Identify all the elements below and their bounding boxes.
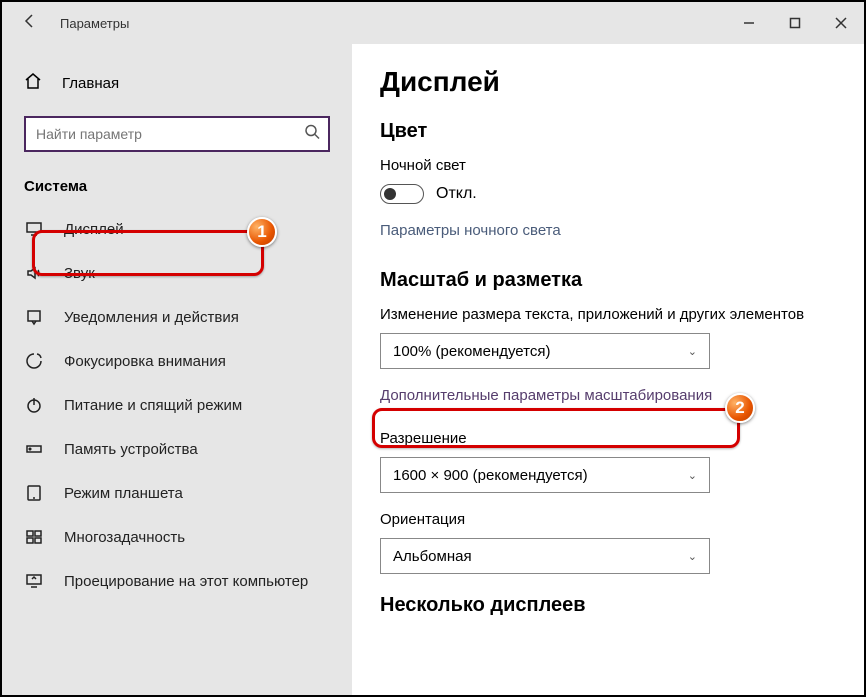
resolution-label: Разрешение bbox=[380, 430, 838, 447]
night-light-toggle[interactable] bbox=[380, 184, 424, 204]
home-icon bbox=[24, 72, 42, 94]
window-title: Параметры bbox=[60, 16, 129, 31]
sidebar-item-display[interactable]: Дисплей bbox=[2, 207, 352, 251]
sidebar-item-label: Фокусировка внимания bbox=[64, 353, 226, 370]
project-icon bbox=[24, 572, 44, 590]
chevron-down-icon: ⌄ bbox=[688, 469, 697, 482]
section-multi-display: Несколько дисплеев bbox=[380, 594, 838, 617]
sidebar-item-label: Режим планшета bbox=[64, 485, 183, 502]
sidebar-section-title: Система bbox=[2, 178, 352, 207]
display-icon bbox=[24, 220, 44, 238]
section-color: Цвет bbox=[380, 120, 838, 143]
page-title: Дисплей bbox=[380, 66, 838, 98]
resolution-value: 1600 × 900 (рекомендуется) bbox=[393, 467, 588, 484]
chevron-down-icon: ⌄ bbox=[688, 550, 697, 563]
sidebar-item-label: Звук bbox=[64, 265, 95, 282]
scale-value: 100% (рекомендуется) bbox=[393, 343, 550, 360]
nav-list: Дисплей Звук Уведомления и действия Фокусир… bbox=[2, 207, 352, 603]
home-label: Главная bbox=[62, 75, 119, 92]
chevron-down-icon: ⌄ bbox=[688, 345, 697, 358]
tablet-icon bbox=[24, 484, 44, 502]
focus-icon bbox=[24, 352, 44, 370]
advanced-scaling-link[interactable]: Дополнительные параметры масштабирования bbox=[380, 387, 712, 404]
sidebar-item-multi[interactable]: Многозадачность bbox=[2, 515, 352, 559]
sidebar-item-tablet[interactable]: Режим планшета bbox=[2, 471, 352, 515]
scale-label: Изменение размера текста, приложений и д… bbox=[380, 306, 838, 323]
window-controls bbox=[726, 2, 864, 44]
orientation-value: Альбомная bbox=[393, 548, 472, 565]
orientation-label: Ориентация bbox=[380, 511, 838, 528]
sidebar-item-label: Многозадачность bbox=[64, 529, 185, 546]
settings-window: Параметры Главная bbox=[0, 0, 866, 697]
maximize-button[interactable] bbox=[772, 2, 818, 44]
search-input[interactable] bbox=[24, 116, 330, 152]
night-light-settings-link[interactable]: Параметры ночного света bbox=[380, 222, 561, 239]
sidebar-item-power[interactable]: Питание и спящий режим bbox=[2, 383, 352, 427]
resolution-select[interactable]: 1600 × 900 (рекомендуется) ⌄ bbox=[380, 457, 710, 493]
search-wrap bbox=[2, 116, 352, 178]
sidebar-item-label: Память устройства bbox=[64, 441, 198, 458]
storage-icon bbox=[24, 440, 44, 458]
sidebar-item-project[interactable]: Проецирование на этот компьютер bbox=[2, 559, 352, 603]
minimize-button[interactable] bbox=[726, 2, 772, 44]
window-body: Главная Система Дисплей Звук Уведомления и… bbox=[2, 44, 864, 695]
back-button[interactable] bbox=[22, 13, 38, 34]
home-link[interactable]: Главная bbox=[2, 72, 352, 116]
sidebar-item-label: Проецирование на этот компьютер bbox=[64, 573, 308, 590]
night-light-label: Ночной свет bbox=[380, 157, 838, 174]
power-icon bbox=[24, 396, 44, 414]
night-light-state: Откл. bbox=[436, 185, 477, 203]
sidebar-item-sound[interactable]: Звук bbox=[2, 251, 352, 295]
sidebar: Главная Система Дисплей Звук Уведомления и… bbox=[2, 44, 352, 695]
sidebar-item-storage[interactable]: Память устройства bbox=[2, 427, 352, 471]
titlebar: Параметры bbox=[2, 2, 864, 44]
multi-icon bbox=[24, 528, 44, 546]
content-area: Дисплей Цвет Ночной свет Откл. Параметры… bbox=[352, 44, 864, 695]
sidebar-item-notify[interactable]: Уведомления и действия bbox=[2, 295, 352, 339]
section-scale: Масштаб и разметка bbox=[380, 269, 838, 292]
sound-icon bbox=[24, 264, 44, 282]
scale-select[interactable]: 100% (рекомендуется) ⌄ bbox=[380, 333, 710, 369]
orientation-select[interactable]: Альбомная ⌄ bbox=[380, 538, 710, 574]
sidebar-item-label: Питание и спящий режим bbox=[64, 397, 242, 414]
sidebar-item-focus[interactable]: Фокусировка внимания bbox=[2, 339, 352, 383]
search-icon bbox=[304, 124, 320, 145]
sidebar-item-label: Дисплей bbox=[64, 221, 124, 238]
sidebar-item-label: Уведомления и действия bbox=[64, 309, 239, 326]
close-button[interactable] bbox=[818, 2, 864, 44]
notify-icon bbox=[24, 308, 44, 326]
